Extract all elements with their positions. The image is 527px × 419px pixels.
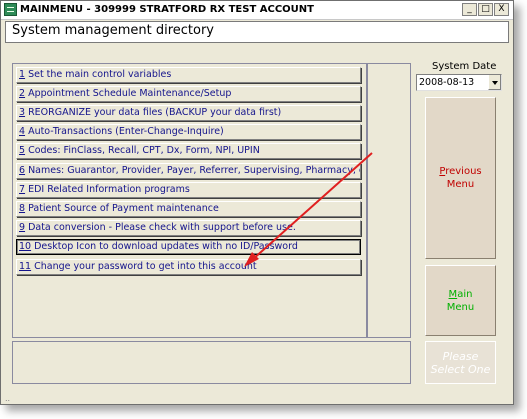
- system-date-combobox[interactable]: 2008-08-13: [416, 74, 502, 91]
- status-panel: [12, 341, 411, 384]
- menu-item-label: Set the main control variables: [25, 69, 172, 80]
- previous-menu-label-rest: revious: [445, 166, 482, 177]
- side-panel: [367, 63, 411, 338]
- main-menu-accel: M: [448, 288, 458, 300]
- menu-item-8[interactable]: 8 Patient Source of Payment maintenance: [16, 201, 361, 217]
- menu-item-3[interactable]: 3 REORGANIZE your data files (BACKUP you…: [16, 105, 361, 121]
- select-one-label-line2: Select One: [430, 362, 491, 376]
- previous-menu-button[interactable]: Previous Menu: [425, 97, 496, 259]
- menu-item-6[interactable]: 6 Names: Guarantor, Provider, Payer, Ref…: [16, 163, 361, 179]
- title-bar: MAINMENU - 309999 STRATFORD RX TEST ACCO…: [1, 1, 513, 20]
- main-menu-label-line1: Main: [449, 288, 473, 301]
- menu-item-9[interactable]: 9 Data conversion - Please check with su…: [16, 220, 361, 236]
- menu-item-label: Names: Guarantor, Provider, Payer, Refer…: [25, 165, 361, 176]
- previous-menu-label-line1: Previous: [439, 165, 481, 178]
- main-menu-label-rest: ain: [457, 288, 473, 300]
- menu-item-label: Patient Source of Payment maintenance: [25, 203, 219, 214]
- app-icon: [4, 3, 17, 16]
- maximize-button[interactable]: □: [478, 3, 493, 16]
- system-date-value: 2008-08-13: [419, 77, 475, 88]
- select-one-button[interactable]: Please Select One: [425, 341, 496, 384]
- menu-item-10[interactable]: 10 Desktop Icon to download updates with…: [16, 239, 361, 255]
- select-one-label-line1: Please: [442, 349, 479, 363]
- menu-item-number: 11: [19, 261, 32, 272]
- menu-item-1[interactable]: 1 Set the main control variables: [16, 67, 361, 83]
- resize-grip[interactable]: ..: [5, 394, 10, 403]
- menu-item-4[interactable]: 4 Auto-Transactions (Enter-Change-Inquir…: [16, 124, 361, 140]
- close-button[interactable]: X: [494, 3, 509, 16]
- header-panel: System management directory: [5, 21, 509, 43]
- chevron-down-icon[interactable]: [488, 75, 501, 90]
- menu-item-5[interactable]: 5 Codes: FinClass, Recall, CPT, Dx, Form…: [16, 143, 361, 159]
- menu-item-11[interactable]: 11 Change your password to get into this…: [16, 259, 361, 275]
- menu-item-label: Codes: FinClass, Recall, CPT, Dx, Form, …: [25, 145, 260, 156]
- main-menu-window: MAINMENU - 309999 STRATFORD RX TEST ACCO…: [0, 0, 514, 405]
- menu-item-7[interactable]: 7 EDI Related Information programs: [16, 182, 361, 198]
- menu-item-label: Change your password to get into this ac…: [31, 261, 257, 272]
- minimize-button[interactable]: _: [462, 3, 477, 16]
- menu-item-label: EDI Related Information programs: [25, 184, 190, 195]
- menu-item-label: REORGANIZE your data files (BACKUP your …: [25, 107, 282, 118]
- menu-item-2[interactable]: 2 Appointment Schedule Maintenance/Setup: [16, 86, 361, 102]
- previous-menu-label-line2: Menu: [446, 179, 475, 190]
- menu-item-label: Data conversion - Please check with supp…: [25, 222, 296, 233]
- menu-item-number: 10: [19, 241, 32, 252]
- window-title: MAINMENU - 309999 STRATFORD RX TEST ACCO…: [20, 4, 314, 15]
- menu-item-label: Desktop Icon to download updates with no…: [31, 241, 298, 252]
- menu-item-label: Auto-Transactions (Enter-Change-Inquire): [25, 126, 224, 137]
- system-date-label: System Date: [432, 61, 497, 72]
- menu-item-label: Appointment Schedule Maintenance/Setup: [25, 88, 232, 99]
- page-title: System management directory: [12, 23, 214, 38]
- main-menu-label-line2: Menu: [446, 301, 475, 313]
- main-menu-button[interactable]: Main Menu: [425, 265, 496, 336]
